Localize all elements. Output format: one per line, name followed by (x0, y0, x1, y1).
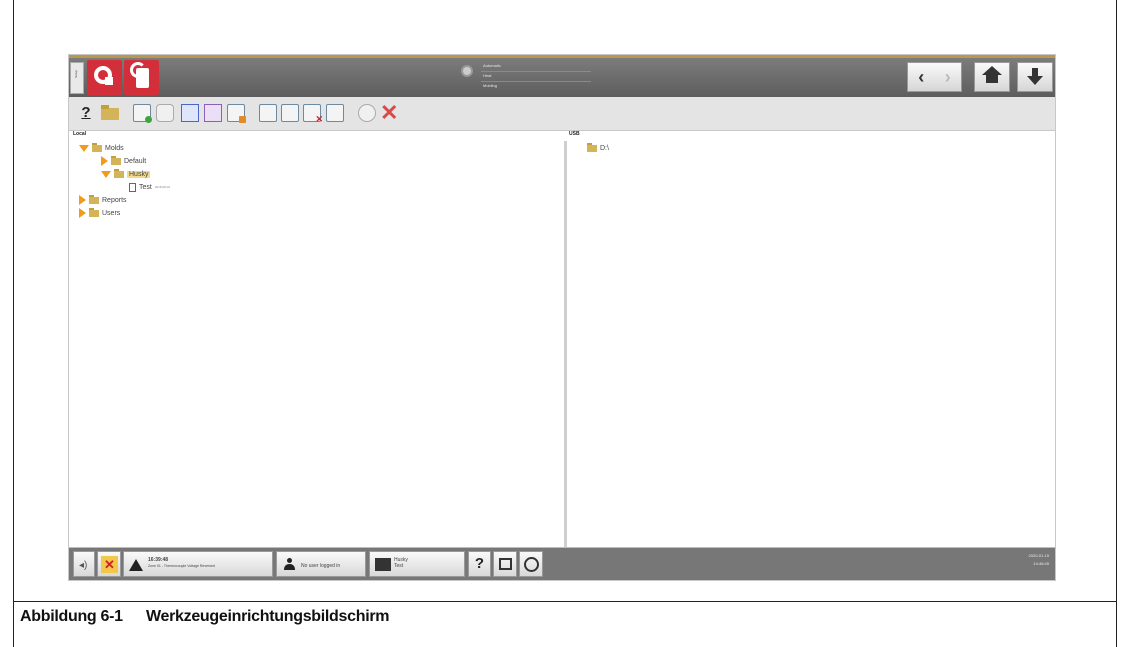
expand-arrow-icon[interactable] (79, 144, 89, 152)
folder-icon (587, 142, 597, 152)
mold-text-block: Husky Test (394, 557, 408, 569)
user-login-button[interactable]: No user logged in (276, 551, 366, 577)
status-indicator-icon (461, 65, 473, 77)
bottom-status-bar: ◂) ✕ 16:39:48 Zone 01 - Thermocouple Vol… (69, 547, 1055, 580)
back-forward-buttons: ‹ › (907, 62, 962, 92)
tool-setup-button[interactable] (124, 60, 159, 95)
alarm-message: Zone 01 - Thermocouple Voltage Reversed (148, 564, 215, 568)
status-heat: Heat (483, 73, 492, 78)
tree-item-usb-drive[interactable]: D:\ (587, 142, 609, 154)
clock-date: 2020-01-15 (1028, 553, 1049, 558)
close-icon[interactable]: ✕ (380, 102, 398, 124)
tree-item-label: Default (124, 157, 147, 165)
figure-number: Abbildung 6-1 (20, 608, 123, 625)
collapse-arrow-icon[interactable] (79, 208, 86, 218)
tree-item-reports[interactable]: Reports (79, 194, 127, 206)
alarm-clear-icon: ✕ (101, 556, 118, 573)
home-icon (982, 66, 1002, 84)
tree-item-molds[interactable]: Molds (79, 142, 124, 154)
top-bar: Setup Automatic Heat Molding ‹ › (69, 58, 1055, 97)
caption-divider (13, 601, 1117, 602)
machine-status: Automatic Heat Molding (459, 61, 599, 93)
help-button[interactable]: ? (468, 551, 491, 577)
figure-caption: Abbildung 6-1 Werkzeugeinrichtungsbildsch… (20, 608, 390, 626)
alarm-silence-button[interactable]: ✕ (97, 551, 121, 577)
document-icon (129, 182, 136, 192)
main-logo-button[interactable] (87, 60, 122, 95)
mold-sub: Test (394, 563, 404, 569)
tree-item-default[interactable]: Default (101, 155, 146, 167)
folder-icon (111, 155, 121, 165)
save-icon[interactable] (181, 104, 199, 122)
language-button[interactable] (519, 551, 543, 577)
mold-icon (375, 558, 391, 571)
folder-icon[interactable] (101, 104, 119, 122)
side-tab-label: Setup (73, 70, 78, 78)
arrow-down-icon (1027, 68, 1043, 86)
usb-file-tree: D:\ (567, 141, 1055, 547)
export-icon[interactable] (227, 104, 246, 123)
tree-item-test[interactable]: Test 2018-08-01 (129, 181, 170, 193)
tool-setup-screen: Setup Automatic Heat Molding ‹ › ? ✕ ✕ L… (68, 54, 1056, 581)
clock-time: 14:46:45 (1033, 561, 1049, 566)
file-date: 2018-08-01 (154, 185, 171, 189)
tree-item-husky[interactable]: Husky (101, 168, 151, 180)
alarm-text-block: 16:39:48 Zone 01 - Thermocouple Voltage … (148, 557, 215, 569)
view-icon[interactable] (358, 104, 376, 122)
warning-icon (129, 559, 143, 571)
print-icon[interactable] (156, 104, 174, 122)
status-mode: Automatic (483, 63, 501, 68)
logo-icon (94, 66, 113, 85)
setup-side-tab[interactable]: Setup (70, 62, 84, 94)
collapse-arrow-icon[interactable] (101, 156, 108, 166)
new-doc-icon[interactable] (133, 104, 152, 123)
file-toolbar: ? ✕ (69, 97, 1055, 131)
user-status: No user logged in (301, 563, 341, 569)
globe-icon (524, 557, 539, 572)
folder-icon (114, 168, 124, 178)
home-button[interactable] (974, 62, 1010, 92)
expand-arrow-icon[interactable] (101, 170, 111, 178)
tree-item-label: Reports (102, 196, 127, 204)
screenshot-icon (499, 558, 512, 570)
save-as-icon[interactable] (204, 104, 222, 122)
folder-icon (89, 207, 99, 217)
tree-item-label: Users (102, 209, 121, 217)
status-divider (481, 71, 591, 72)
screenshot-button[interactable] (493, 551, 517, 577)
folder-icon (92, 142, 102, 152)
download-button[interactable] (1017, 62, 1053, 92)
mold-tool-icon (130, 62, 149, 88)
pane-headers: Local USB (69, 131, 1055, 141)
tree-item-label: Test (139, 183, 152, 191)
volume-button[interactable]: ◂) (73, 551, 95, 577)
collapse-arrow-icon[interactable] (79, 195, 86, 205)
paste-icon[interactable] (281, 104, 299, 122)
usb-pane-label: USB (569, 131, 580, 137)
clock: 2020-01-15 14:46:45 (1029, 552, 1049, 568)
figure-title: Werkzeugeinrichtungsbildschirm (146, 608, 390, 625)
user-icon (284, 558, 295, 570)
local-pane-label: Local (73, 131, 87, 137)
tree-item-label: D:\ (600, 144, 609, 152)
speaker-icon: ◂) (79, 560, 88, 571)
forward-button[interactable]: › (935, 67, 962, 88)
alarm-time: 16:39:48 (148, 557, 169, 563)
status-divider (481, 81, 591, 82)
tree-item-label: Husky (127, 170, 151, 178)
folder-icon (89, 194, 99, 204)
mold-select-button[interactable]: Husky Test (369, 551, 465, 577)
copy-icon[interactable] (259, 104, 277, 122)
rename-icon[interactable] (326, 104, 344, 122)
status-process: Molding (483, 83, 498, 88)
tree-item-users[interactable]: Users (79, 207, 120, 219)
delete-icon[interactable] (303, 104, 323, 125)
local-file-tree: Molds Default Husky Test 2018-08-01 Repo… (71, 141, 567, 547)
back-button[interactable]: ‹ (908, 67, 935, 88)
help-icon[interactable]: ? (77, 104, 95, 122)
tree-item-label: Molds (105, 144, 124, 152)
alarm-status-button[interactable]: 16:39:48 Zone 01 - Thermocouple Voltage … (123, 551, 273, 577)
